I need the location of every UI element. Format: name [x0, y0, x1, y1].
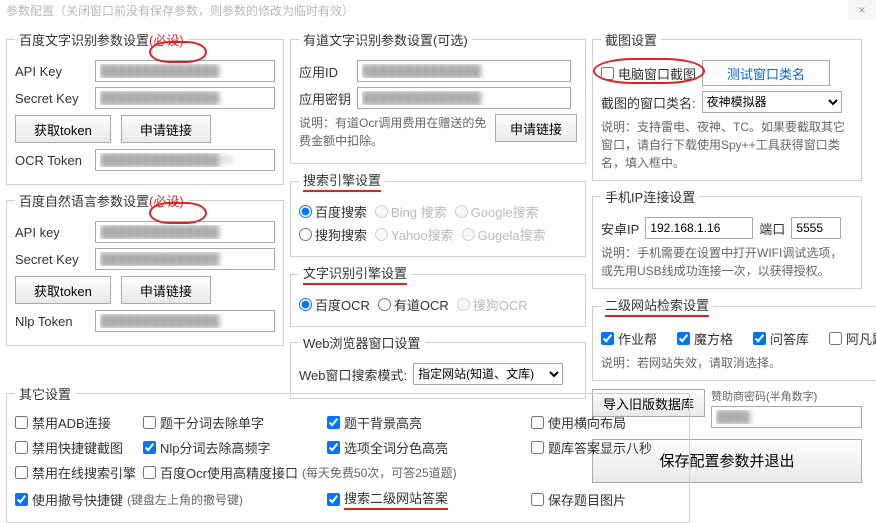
baidu-nlp-apikey-label: API key	[15, 225, 89, 240]
baidu-ocr-get-token-button[interactable]: 获取token	[15, 115, 111, 143]
radio-google-search: Google搜索	[455, 202, 539, 221]
test-window-class-button[interactable]: 测试窗口类名	[702, 60, 830, 86]
youdao-apply-link-button[interactable]: 申请链接	[495, 114, 577, 142]
secondary-site-legend: 二级网站检索设置	[601, 295, 713, 317]
baidu-nlp-secret-label: Secret Key	[15, 252, 89, 267]
phone-ip-note: 说明：手机需要在设置中打开WIFI调试选项，或先用USB线成功连接一次，以获得授…	[601, 244, 853, 280]
baidu-nlp-token-label: Nlp Token	[15, 314, 89, 329]
search-engine-legend: 搜索引擎设置	[299, 170, 385, 192]
cb-mofangge[interactable]: 魔方格	[677, 329, 747, 348]
cb-baidu-high-precision[interactable]: 百度Ocr使用高精度接口(每天免费50次，可答25道题)	[143, 463, 527, 482]
cb-disable-online-search[interactable]: 禁用在线搜索引擎	[15, 463, 139, 482]
cb-disable-hotkey-shot[interactable]: 禁用快捷键截图	[15, 438, 139, 457]
youdao-note: 说明：有道Ocr调用费用在赠送的免费金额中扣除。	[299, 114, 489, 150]
cb-q-bg-highlight[interactable]: 题干背景高亮	[327, 413, 527, 432]
ocr-engine-group: 文字识别引擎设置 百度OCR 有道OCR 搜狗OCR	[290, 263, 586, 327]
cb-answer-8s[interactable]: 题库答案显示八秒	[531, 438, 681, 457]
sponsor-label: 赞助商密码(半角数字)	[711, 389, 862, 406]
android-ip-label: 安卓IP	[601, 219, 639, 238]
cb-option-color-highlight[interactable]: 选项全词分色高亮	[327, 438, 527, 457]
web-mode-label: Web窗口搜索模式:	[299, 365, 407, 384]
baidu-ocr-secret-label: Secret Key	[15, 91, 89, 106]
radio-bing-search: Bing 搜索	[375, 202, 447, 221]
cb-window-capture[interactable]: 电脑窗口截图	[601, 64, 696, 83]
web-browser-legend: Web浏览器窗口设置	[299, 333, 425, 352]
web-mode-select[interactable]: 指定网站(知道、文库)	[413, 363, 563, 385]
youdao-appid-input[interactable]	[357, 60, 571, 82]
cb-afanti[interactable]: 阿凡题	[829, 329, 876, 348]
screenshot-note: 说明：支持雷电、夜神、TC。如果要截取其它窗口，请自行下载使用Spy++工具获得…	[601, 118, 853, 172]
window-class-select[interactable]: 夜神模拟器	[702, 91, 842, 113]
baidu-nlp-group: 百度自然语言参数设置(必设) API key Secret Key 获取toke…	[6, 191, 284, 346]
screenshot-group: 截图设置 电脑窗口截图 测试窗口类名 截图的窗口类名: 夜神模拟器 说明：支持雷…	[592, 30, 862, 181]
youdao-appid-label: 应用ID	[299, 62, 351, 81]
port-input[interactable]	[791, 217, 841, 239]
baidu-ocr-token-input[interactable]	[95, 149, 275, 171]
baidu-ocr-apikey-label: API Key	[15, 64, 89, 79]
search-engine-group: 搜索引擎设置 百度搜索 Bing 搜索 Google搜索 搜狗搜索 Yahoo搜…	[290, 170, 586, 257]
phone-ip-legend: 手机IP连接设置	[601, 187, 699, 206]
baidu-nlp-token-input[interactable]	[95, 310, 275, 332]
radio-sogou-ocr: 搜狗OCR	[457, 295, 528, 314]
secondary-site-note: 说明：若网站失效，请取消选择。	[601, 354, 876, 372]
baidu-nlp-apikey-input[interactable]	[95, 221, 275, 243]
secondary-site-group: 二级网站检索设置 作业帮 魔方格 问答库 阿凡题 说明：若网站失效，请取消选择。	[592, 295, 876, 381]
cb-save-question[interactable]: 保存题目图片	[531, 488, 681, 510]
cb-disable-adb[interactable]: 禁用ADB连接	[15, 413, 139, 432]
youdao-appkey-input[interactable]	[357, 87, 571, 109]
cb-wendaku[interactable]: 问答库	[753, 329, 823, 348]
baidu-ocr-secret-input[interactable]	[95, 87, 275, 109]
cb-undo-hotkey[interactable]: 使用撤号快捷键(键盘左上角的撤号键)	[15, 488, 323, 510]
baidu-nlp-apply-link-button[interactable]: 申请链接	[121, 276, 211, 304]
baidu-nlp-legend: 百度自然语言参数设置(必设)	[15, 191, 188, 210]
window-title: 参数配置（关闭窗口前没有保存参数，则参数的修改为临时有效）	[6, 4, 354, 18]
radio-sogou-search[interactable]: 搜狗搜索	[299, 225, 367, 244]
youdao-legend: 有道文字识别参数设置(可选)	[299, 30, 472, 49]
baidu-nlp-secret-input[interactable]	[95, 248, 275, 270]
cb-zuoyebang[interactable]: 作业帮	[601, 329, 671, 348]
youdao-appkey-label: 应用密钥	[299, 89, 351, 108]
radio-youdao-ocr[interactable]: 有道OCR	[378, 295, 449, 314]
radio-gugela-search: Gugela搜索	[462, 225, 546, 244]
radio-baidu-search[interactable]: 百度搜索	[299, 202, 367, 221]
cb-nlp-remove-high[interactable]: Nlp分词去除高频字	[143, 438, 323, 457]
cb-horizontal-layout[interactable]: 使用横向布局	[531, 413, 681, 432]
youdao-group: 有道文字识别参数设置(可选) 应用ID 应用密钥 说明：有道Ocr调用费用在赠送…	[290, 30, 586, 164]
close-icon[interactable]: ×	[848, 0, 876, 20]
cb-search-secondary[interactable]: 搜索二级网站答案	[327, 488, 527, 510]
baidu-ocr-group: 百度文字识别参数设置(必设) API Key Secret Key 获取toke…	[6, 30, 284, 185]
baidu-nlp-get-token-button[interactable]: 获取token	[15, 276, 111, 304]
window-class-label: 截图的窗口类名:	[601, 93, 696, 112]
baidu-ocr-legend: 百度文字识别参数设置(必设)	[15, 30, 188, 49]
phone-ip-group: 手机IP连接设置 安卓IP 端口 说明：手机需要在设置中打开WIFI调试选项，或…	[592, 187, 862, 289]
misc-group: 其它设置 禁用ADB连接 题干分词去除单字 题干背景高亮 使用横向布局 禁用快捷…	[6, 384, 690, 523]
baidu-ocr-apikey-input[interactable]	[95, 60, 275, 82]
screenshot-legend: 截图设置	[601, 30, 661, 49]
radio-baidu-ocr[interactable]: 百度OCR	[299, 295, 370, 314]
baidu-ocr-apply-link-button[interactable]: 申请链接	[121, 115, 211, 143]
baidu-ocr-token-label: OCR Token	[15, 153, 89, 168]
cb-q-remove-word[interactable]: 题干分词去除单字	[143, 413, 323, 432]
misc-legend: 其它设置	[15, 384, 75, 403]
android-ip-input[interactable]	[645, 217, 753, 239]
ocr-engine-legend: 文字识别引擎设置	[299, 263, 411, 285]
titlebar: 参数配置（关闭窗口前没有保存参数，则参数的修改为临时有效） ×	[0, 0, 876, 22]
radio-yahoo-search: Yahoo搜索	[375, 225, 454, 244]
sponsor-input[interactable]	[711, 406, 862, 428]
port-label: 端口	[759, 219, 785, 238]
